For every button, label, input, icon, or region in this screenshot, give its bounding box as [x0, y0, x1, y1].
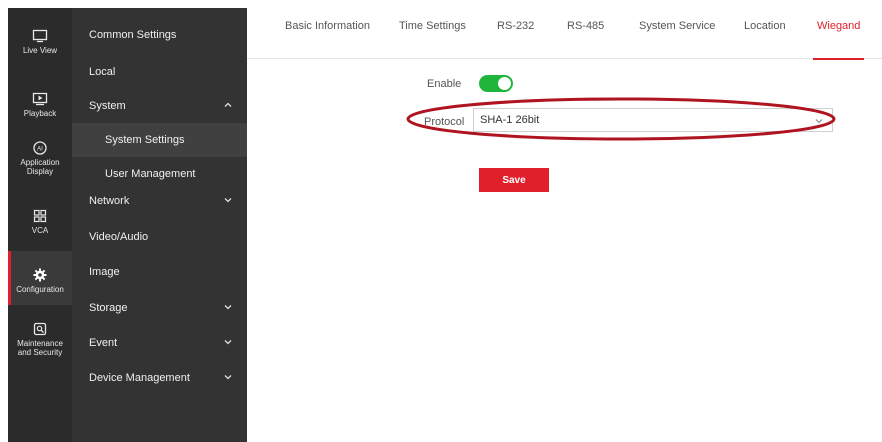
menu-item-label: System Settings [105, 134, 185, 146]
rail-label: VCA [31, 226, 49, 235]
menu-item-storage[interactable]: Storage [72, 291, 247, 325]
chevron-down-icon [815, 119, 823, 124]
chevron-down-icon [224, 375, 232, 380]
menu-item-label: System [89, 100, 126, 112]
menu-item-network[interactable]: Network [72, 184, 247, 218]
tab-rs-232[interactable]: RS-232 [497, 20, 534, 59]
protocol-value: SHA-1 26bit [480, 114, 540, 126]
tab-system-service[interactable]: System Service [639, 20, 715, 59]
enable-toggle[interactable] [479, 75, 513, 92]
menu-item-event[interactable]: Event [72, 326, 247, 360]
toggle-knob [498, 77, 511, 90]
gear-icon [31, 267, 49, 283]
rail-item-application-display[interactable]: AI Application Display [8, 140, 72, 176]
menu-item-label: Video/Audio [89, 231, 149, 243]
maintenance-icon [31, 321, 49, 337]
menu-item-label: Network [89, 195, 130, 207]
rail-label: Configuration [16, 285, 64, 294]
vca-icon [31, 208, 49, 224]
menu-item-label: Device Management [89, 372, 190, 384]
tab-bar: Basic Information Time Settings RS-232 R… [247, 8, 882, 60]
menu-item-common-settings[interactable]: Common Settings [72, 18, 247, 52]
menu-item-system[interactable]: System [72, 89, 247, 123]
menu-item-image[interactable]: Image [72, 255, 247, 289]
content-area: Basic Information Time Settings RS-232 R… [247, 8, 882, 442]
rail-item-playback[interactable]: Playback [8, 91, 72, 118]
menu-item-device-management[interactable]: Device Management [72, 361, 247, 395]
config-menu: Common Settings Local System System Sett… [72, 8, 247, 442]
svg-text:AI: AI [37, 147, 43, 153]
rail-item-maintenance-security[interactable]: Maintenance and Security [8, 321, 72, 357]
menu-item-local[interactable]: Local [72, 55, 247, 89]
menu-item-label: Common Settings [89, 29, 177, 41]
chevron-down-icon [224, 198, 232, 203]
chevron-down-icon [224, 340, 232, 345]
menu-item-label: User Management [105, 168, 196, 180]
tab-rs-485[interactable]: RS-485 [567, 20, 604, 59]
tab-wiegand[interactable]: Wiegand [812, 20, 865, 60]
menu-item-label: Storage [89, 302, 128, 314]
rail-label: Application Display [20, 158, 60, 176]
rail-item-configuration[interactable]: Configuration [8, 251, 72, 305]
protocol-label: Protocol [424, 116, 465, 128]
save-button[interactable]: Save [479, 168, 549, 192]
protocol-select[interactable]: SHA-1 26bit [473, 108, 833, 132]
rail-item-vca[interactable]: VCA [8, 208, 72, 235]
chevron-up-icon [224, 102, 232, 107]
menu-item-label: Image [89, 266, 120, 278]
menu-item-video-audio[interactable]: Video/Audio [72, 220, 247, 254]
playback-icon [31, 91, 49, 107]
enable-label: Enable [427, 78, 462, 90]
rail-label: Playback [23, 109, 57, 118]
main-nav-rail: Live View Playback AI Application Displa… [8, 8, 72, 442]
rail-label: Live View [22, 46, 58, 55]
menu-item-label: Event [89, 337, 118, 349]
tab-location[interactable]: Location [744, 20, 786, 59]
rail-item-live-view[interactable]: Live View [8, 28, 72, 55]
tab-basic-information[interactable]: Basic Information [285, 20, 370, 59]
menu-item-system-settings[interactable]: System Settings [72, 123, 247, 157]
chevron-down-icon [224, 305, 232, 310]
rail-label: Maintenance and Security [17, 339, 63, 357]
monitor-icon [31, 28, 49, 44]
ai-icon: AI [31, 140, 49, 156]
tab-time-settings[interactable]: Time Settings [399, 20, 466, 59]
menu-item-label: Local [89, 66, 116, 78]
